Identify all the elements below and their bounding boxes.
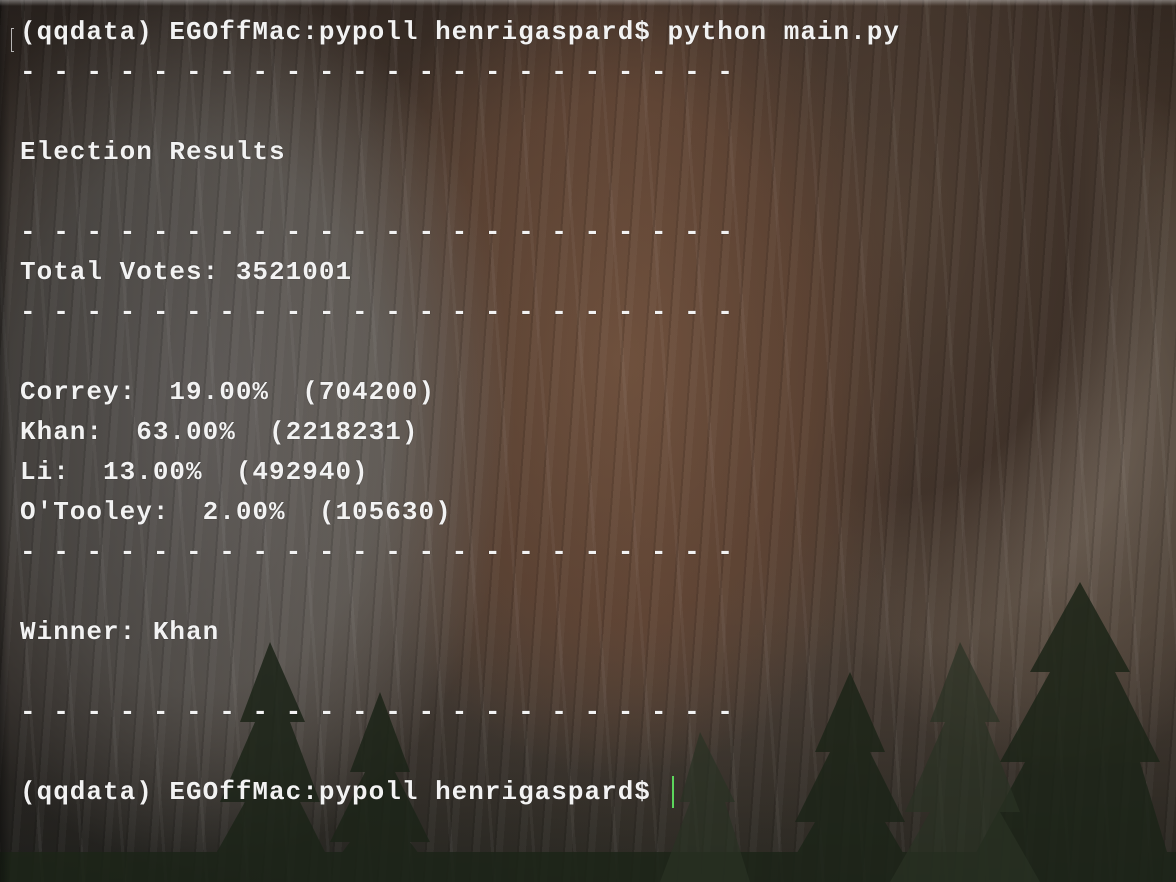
- terminal-window[interactable]: (qqdata) EGOffMac:pypoll henrigaspard$ p…: [0, 0, 1176, 882]
- separator-line: - - - - - - - - - - - - - - - - - - - - …: [20, 57, 734, 87]
- candidate-result-line: Li: 13.00% (492940): [20, 457, 369, 487]
- text-cursor: [671, 776, 674, 809]
- results-heading: Election Results: [20, 137, 286, 167]
- separator-line: - - - - - - - - - - - - - - - - - - - - …: [20, 537, 734, 567]
- candidate-result-line: Correy: 19.00% (704200): [20, 377, 436, 407]
- scroll-marker-icon: [11, 28, 14, 52]
- prompt-text: (qqdata) EGOffMac:pypoll henrigaspard$: [20, 777, 668, 807]
- terminal-output: (qqdata) EGOffMac:pypoll henrigaspard$ p…: [20, 12, 1160, 812]
- command-line: (qqdata) EGOffMac:pypoll henrigaspard$ p…: [20, 17, 900, 47]
- window-left-edge: [0, 0, 10, 882]
- prompt-line[interactable]: (qqdata) EGOffMac:pypoll henrigaspard$: [20, 772, 1160, 812]
- window-top-edge: [0, 0, 1176, 6]
- candidate-result-line: Khan: 63.00% (2218231): [20, 417, 419, 447]
- candidate-result-line: O'Tooley: 2.00% (105630): [20, 497, 452, 527]
- total-votes-line: Total Votes: 3521001: [20, 257, 353, 287]
- separator-line: - - - - - - - - - - - - - - - - - - - - …: [20, 697, 734, 727]
- separator-line: - - - - - - - - - - - - - - - - - - - - …: [20, 297, 734, 327]
- separator-line: - - - - - - - - - - - - - - - - - - - - …: [20, 217, 734, 247]
- winner-line: Winner: Khan: [20, 617, 220, 647]
